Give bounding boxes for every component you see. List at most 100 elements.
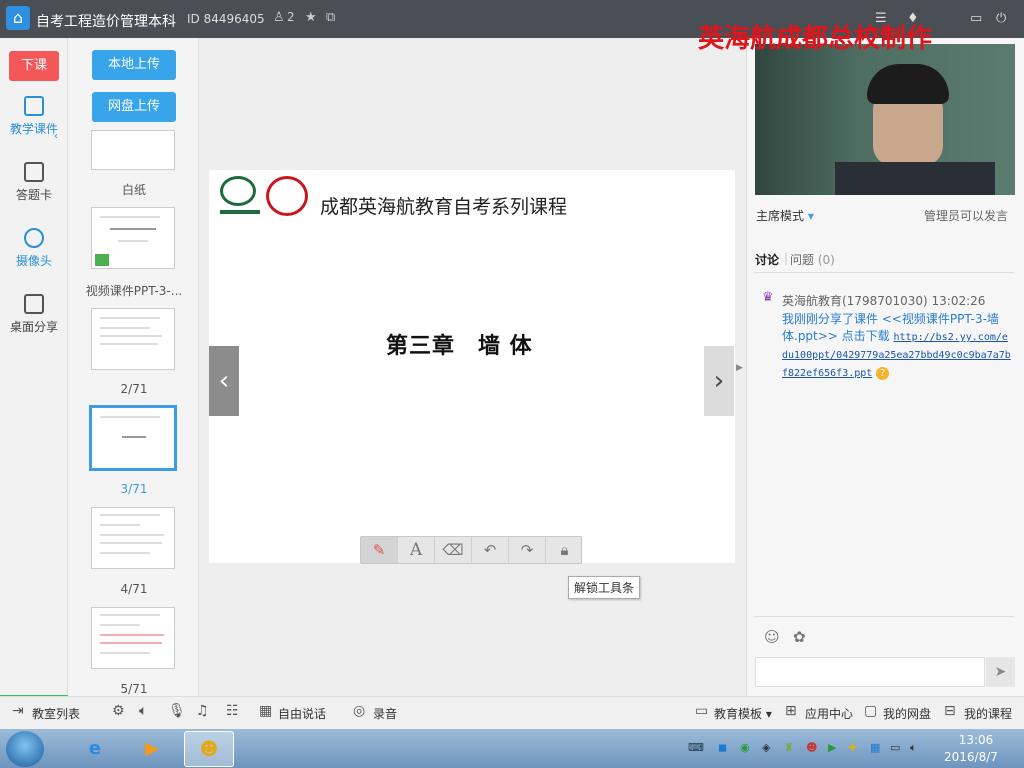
volume-icon[interactable]: 🔈︎ [910,741,917,755]
tray-app-icon[interactable]: ✚ [848,741,857,754]
tray-app-icon[interactable]: ▦ [870,741,880,754]
yy-app-icon[interactable]: ☻ [184,731,234,767]
edu-template-menu[interactable]: 教育模板 ▾ [714,705,772,722]
thumb-cover[interactable] [91,207,175,269]
settings-icon[interactable]: ⚙ [112,703,125,719]
prev-slide-button[interactable]: ‹ [209,346,239,416]
send-button[interactable]: ➤ [986,657,1015,687]
camera-video [755,44,1015,195]
power-icon[interactable]: ⏻ [996,11,1006,26]
music-icon[interactable]: ♫ [196,703,209,719]
tab-divider [755,272,1014,273]
tray-app-icon[interactable]: ▶ [828,741,836,754]
microphone-icon[interactable]: 🎙︎ [168,703,186,719]
home-icon[interactable]: ⌂ [6,6,30,30]
drawing-toolbar: ✎ A ⌫ ↶ ↷ 🔒︎ [360,536,582,564]
redo-icon[interactable]: ↷ [509,537,546,563]
upload-local-button[interactable]: 本地上传 [92,50,176,80]
record-button[interactable]: 录音 [373,705,397,722]
thumb-page-2[interactable] [91,308,175,370]
free-speak-mode[interactable]: 自由说话 [278,705,326,722]
thumb-label: 2/71 [120,382,148,396]
nav-camera-label: 摄像头 [15,254,52,268]
monitor-icon [24,294,44,314]
message-body: 我刚刚分享了课件 <<视频课件PPT-3-墙体.ppt>> 点击下载 http:… [782,311,1012,382]
thumb-blank[interactable] [91,130,175,170]
tray-app-icon[interactable]: ☻ [806,741,817,754]
emoji-icon[interactable]: ☺ [764,628,780,646]
tray-app-icon[interactable]: ◼ [718,741,727,754]
nav-answer-card-label: 答题卡 [15,188,52,202]
admin-badge-icon: ♛ [762,290,774,305]
brush-icon[interactable]: ✎ [361,537,398,563]
room-id: ID 84496405 [187,12,265,26]
tab-separator: | [784,251,789,265]
mixer-icon[interactable]: ☷ [226,703,239,719]
thumb-page-3[interactable] [89,405,177,471]
nav-desktop-share-label: 桌面分享 [9,320,58,334]
chevron-down-icon: ▾ [807,209,814,223]
nav-camera[interactable]: 摄像头 [0,228,68,269]
next-slide-button[interactable]: › [704,346,734,416]
network-icon[interactable]: ▭ [890,741,900,754]
clock-date[interactable]: 2016/8/7 [944,750,998,764]
edu-template-label: 教育模板 [714,707,763,721]
tab-question-label: 问题 [790,253,815,267]
expand-panel-icon[interactable]: ▶ [736,363,743,373]
nav-answer-card[interactable]: 答题卡 [0,162,68,203]
lock-icon[interactable]: 🔒︎ [546,537,583,563]
thumb-label: 视频课件PPT-3-... [85,284,183,298]
tray-app-icon[interactable]: ◉ [740,741,750,754]
upload-cloud-button[interactable]: 网盘上传 [92,92,176,122]
template-icon: ▭ [695,703,709,719]
media-player-icon[interactable]: ▶ [127,731,177,767]
user-count: 2 [287,10,295,24]
windows-start-icon[interactable] [6,731,44,767]
help-icon[interactable]: ? [876,367,890,380]
thumb-page-5[interactable] [91,607,175,669]
university-logos [220,176,312,218]
share-icon[interactable]: ⧉ [326,10,335,25]
end-class-button[interactable]: 下课 [9,51,59,81]
speak-permission: 管理员可以发言 [924,209,1009,223]
app-center-icon: ⊞ [785,703,797,719]
my-course-button[interactable]: 我的课程 [964,705,1012,722]
upload-local-label: 本地上传 [107,57,160,72]
app-center-button[interactable]: 应用中心 [805,705,853,722]
flower-icon[interactable]: ✿ [793,628,806,646]
user-icon: ♙ [273,10,285,25]
internet-explorer-icon[interactable]: e [70,731,120,767]
left-nav: 下课 ‹ 教学课件 答题卡 摄像头 桌面分享 [0,38,68,696]
upload-cloud-label: 网盘上传 [107,99,160,114]
clock-time[interactable]: 13:06 [956,733,996,747]
app-title: 自考工程造价管理本科 [36,14,176,30]
tray-app-icon[interactable]: ♜ [784,741,794,754]
chapter-heading: 第三章 墙 体 [386,334,533,359]
edit-icon [24,162,44,182]
star-icon[interactable]: ★ [305,10,317,25]
tab-question[interactable]: 问题 (0) [790,251,835,268]
chat-divider [755,616,1014,617]
mode-dropdown[interactable]: 主席模式 ▾ [756,207,814,224]
my-disk-button[interactable]: 我的网盘 [883,705,931,722]
courseware-icon [24,96,44,116]
question-count: (0) [817,253,835,267]
thumb-page-4[interactable] [91,507,175,569]
keyboard-icon[interactable]: ⌨ [688,741,704,754]
slide-thumbnail-panel: 本地上传 网盘上传 白纸 视频课件PPT-3-... 2/71 3/71 4/7… [69,38,199,696]
tray-app-icon[interactable]: ◈ [762,741,770,754]
text-tool-icon[interactable]: A [398,537,435,563]
speaker-icon[interactable]: 🔈︎ [139,703,147,719]
room-list-button[interactable]: 教室列表 [32,705,80,722]
eraser-icon[interactable]: ⌫ [435,537,472,563]
undo-icon[interactable]: ↶ [472,537,509,563]
tab-discussion[interactable]: 讨论 [755,251,779,268]
nav-desktop-share[interactable]: 桌面分享 [0,294,68,335]
thumb-label: 3/71 [120,482,148,496]
chat-input[interactable] [755,657,985,687]
slide-canvas[interactable] [209,170,735,563]
restore-icon[interactable]: ▭ [970,11,982,26]
folder-icon: ▢ [864,703,878,719]
nav-courseware[interactable]: 教学课件 [0,96,68,137]
nav-courseware-label: 教学课件 [9,122,58,136]
